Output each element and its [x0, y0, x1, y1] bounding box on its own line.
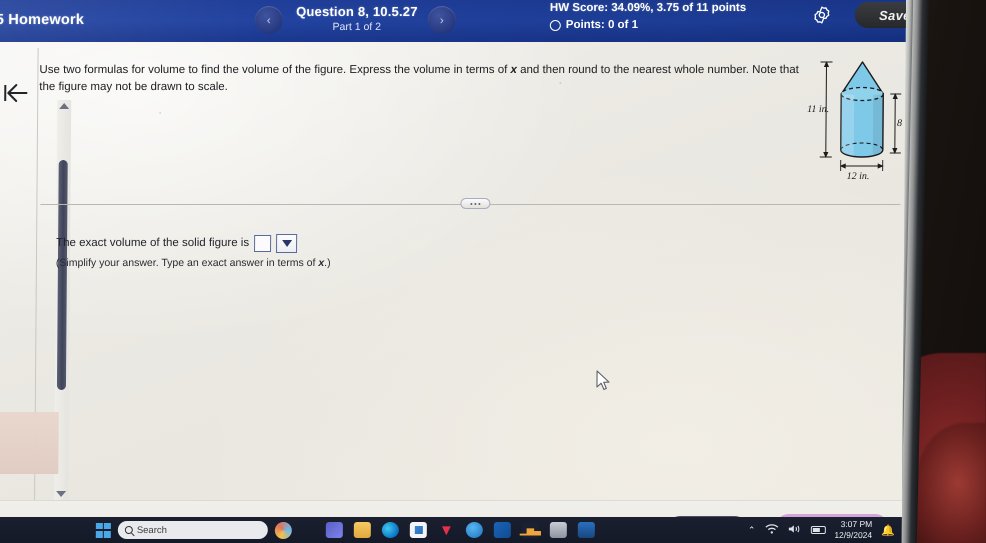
copilot-icon[interactable]	[274, 521, 292, 539]
mouse-cursor-icon	[595, 370, 611, 392]
dust-speck	[559, 82, 562, 84]
blue-app-icon[interactable]	[577, 522, 595, 538]
answer-area: The exact volume of the solid figure is …	[56, 234, 331, 272]
edge-icon[interactable]	[381, 522, 399, 538]
clock-date: 12/9/2024	[834, 530, 873, 540]
taskbar-clock[interactable]: 3:07 PM 12/9/2024	[834, 519, 872, 541]
browser-globe-icon[interactable]	[465, 522, 483, 538]
answer-prompt-row: The exact volume of the solid figure is	[56, 234, 331, 253]
collapse-handle[interactable]	[460, 198, 491, 209]
taskbar-app-icons: ▼	[325, 522, 595, 539]
tray-expand-chevron-icon[interactable]: ⌃	[748, 525, 756, 536]
chevron-down-icon	[281, 240, 292, 247]
windows-taskbar: Search ▼ ⌃	[0, 517, 902, 543]
question-text: Use two formulas for volume to find the …	[39, 62, 799, 95]
homework-title: 5 Homework	[0, 12, 85, 28]
volume-icon[interactable]	[787, 524, 801, 537]
points-row: Points: 0 of 1	[549, 18, 746, 33]
handle-dot	[474, 202, 477, 205]
handle-dot	[478, 202, 481, 205]
figure-label-total-height: 11 in.	[807, 104, 829, 115]
screen-content: 5 Homework ‹ Question 8, 10.5.27 Part 1 …	[0, 0, 906, 543]
answer-prompt-label: The exact volume of the solid figure is	[56, 237, 250, 249]
answer-input[interactable]	[254, 235, 272, 252]
highlight-block	[0, 412, 59, 474]
next-question-button[interactable]: ›	[427, 6, 456, 34]
dust-speck	[159, 112, 162, 114]
answer-hint-part1: (Simplify your answer. Type an exact ans…	[55, 257, 319, 269]
taskbar-search-input[interactable]: Search	[117, 521, 268, 539]
photo-of-screen: 5 Homework ‹ Question 8, 10.5.27 Part 1 …	[0, 0, 986, 543]
file-explorer-icon[interactable]	[353, 522, 371, 538]
battery-icon[interactable]	[810, 526, 826, 534]
taskbar-left-group: Search	[95, 521, 292, 539]
search-icon	[124, 526, 133, 534]
wifi-icon[interactable]	[764, 523, 778, 537]
screen-glare	[0, 42, 906, 517]
chevron-right-icon: ›	[439, 13, 444, 27]
search-placeholder: Search	[136, 524, 167, 536]
outlook-icon[interactable]	[493, 522, 511, 538]
chart-app-icon[interactable]	[521, 522, 539, 538]
answer-hint: (Simplify your answer. Type an exact ans…	[56, 255, 331, 272]
points-text: Points: 0 of 1	[565, 19, 639, 31]
scrollbar-thumb[interactable]	[56, 160, 68, 390]
back-arrow-icon[interactable]	[1, 80, 31, 106]
microsoft-store-icon[interactable]	[409, 522, 427, 538]
save-button[interactable]: Save	[854, 2, 906, 28]
windows-start-icon[interactable]	[95, 522, 111, 538]
figure-label-cylinder-height: 8 in.	[897, 118, 906, 129]
clock-time: 3:07 PM	[840, 519, 873, 529]
misc-app-icon[interactable]	[549, 522, 567, 538]
mcafee-icon[interactable]: ▼	[438, 522, 455, 539]
app-header-bar: 5 Homework ‹ Question 8, 10.5.27 Part 1 …	[0, 0, 906, 42]
answer-hint-part2: .)	[324, 257, 331, 269]
taskbar-system-tray: ⌃ 3:07 PM 12/9/2024 🔔	[748, 519, 895, 541]
circle-icon	[549, 20, 561, 31]
scroll-up-arrow-icon[interactable]	[58, 100, 70, 112]
question-text-part1: Use two formulas for volume to find the …	[39, 64, 511, 76]
question-page: Use two formulas for volume to find the …	[0, 42, 906, 543]
figure-label-diameter: 12 in.	[847, 171, 870, 180]
scroll-down-arrow-icon[interactable]	[55, 488, 67, 500]
hw-score-text: HW Score: 34.09%, 3.75 of 11 points	[549, 2, 747, 14]
handle-dot	[470, 202, 473, 205]
teams-icon[interactable]	[325, 522, 343, 538]
answer-unit-dropdown[interactable]	[276, 234, 298, 253]
score-block: HW Score: 34.09%, 3.75 of 11 points Poin…	[549, 0, 747, 33]
geometry-figure: 11 in. 8 in. 12 in.	[807, 50, 906, 182]
gear-icon[interactable]	[812, 5, 832, 25]
notifications-bell-icon[interactable]: 🔔	[881, 524, 895, 537]
